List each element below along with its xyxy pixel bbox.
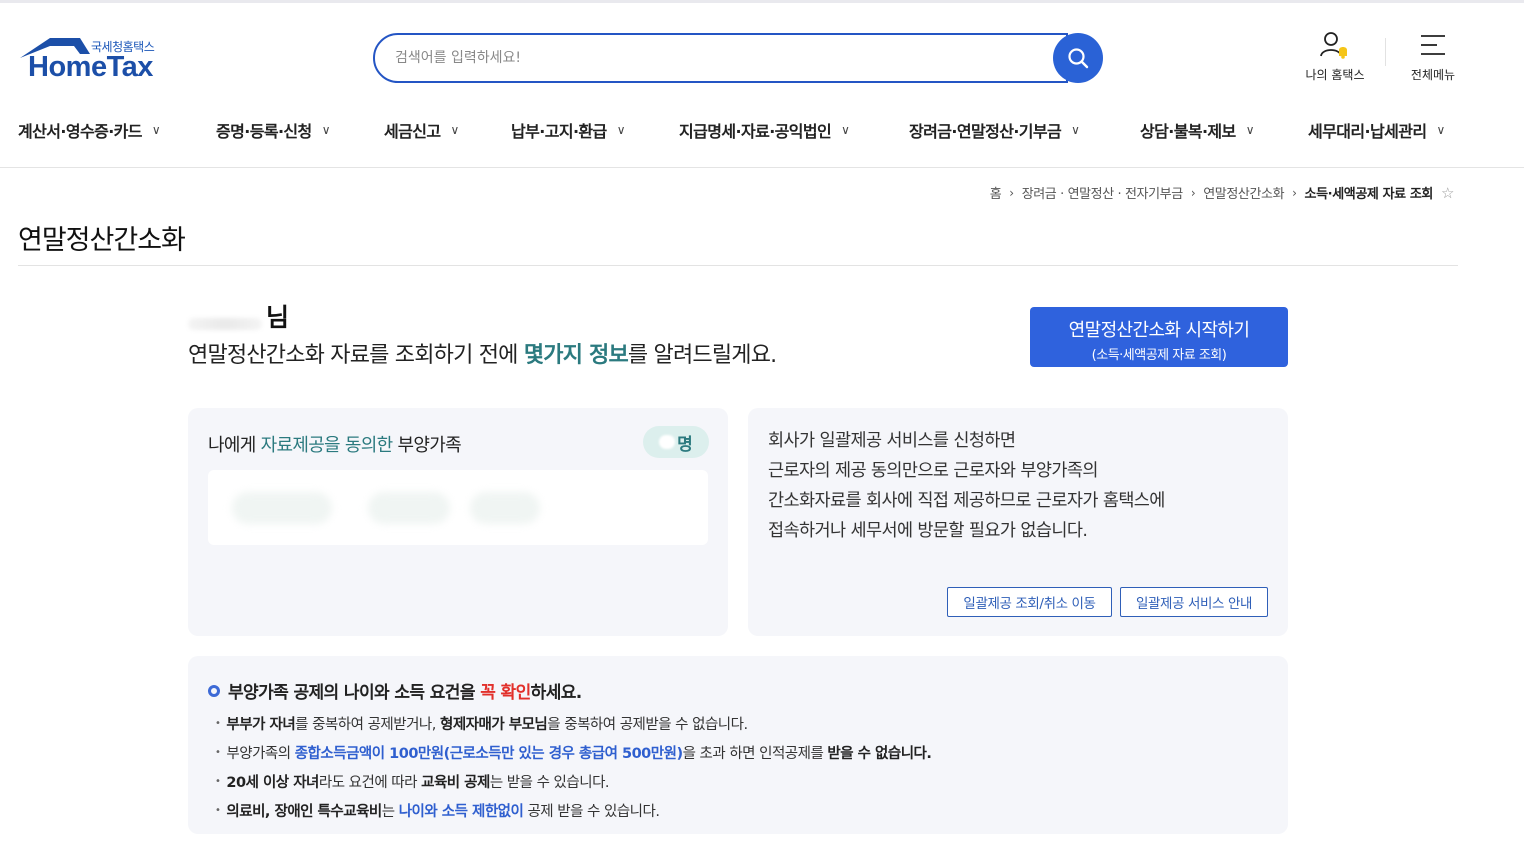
gnb-item-certificate[interactable]: 증명·등록·신청 ∨ (216, 118, 330, 142)
breadcrumb-current: 소득·세액공제 자료 조회 (1304, 187, 1434, 202)
gnb-item-payment[interactable]: 납부·고지·환급 ∨ (511, 118, 625, 142)
bullet-dot-icon: • (215, 805, 221, 816)
user-bell-icon (1320, 32, 1347, 59)
dependents-title: 나에게 자료제공을 동의한 부양가족 (208, 435, 462, 456)
chevron-right-icon: › (1009, 185, 1014, 200)
honorific-suffix: 님 (266, 303, 290, 332)
search-input[interactable] (395, 47, 1035, 69)
notice-item: • 부부가 자녀를 중복하여 공제받거나, 형제자매가 부모님을 중복하여 공제받… (215, 717, 748, 733)
masked-count (659, 435, 676, 449)
all-menu-button[interactable]: 전체메뉴 (1401, 30, 1465, 83)
bullet-ring-icon (208, 684, 220, 697)
intro-highlight: 몇가지 정보 (523, 343, 629, 368)
notice-item: • 부양가족의 종합소득금액이 100만원(근로소득만 있는 경우 총급여 500… (215, 746, 932, 762)
bulk-provision-card: 회사가 일괄제공 서비스를 신청하면 근로자의 제공 동의만으로 근로자와 부양… (748, 408, 1288, 636)
dependents-count-badge: 명 (643, 426, 709, 458)
breadcrumb-level2[interactable]: 연말정산간소화 (1203, 183, 1284, 202)
chevron-right-icon: › (1190, 185, 1196, 200)
notice-list: • 부부가 자녀를 중복하여 공제받거나, 형제자매가 부모님을 중복하여 공제받… (215, 710, 932, 826)
masked-user-name (188, 318, 262, 330)
chevron-down-icon: ∨ (450, 123, 459, 137)
all-menu-label: 전체메뉴 (1410, 68, 1456, 82)
dependents-list (208, 470, 708, 545)
chevron-down-icon: ∨ (616, 123, 626, 137)
breadcrumb: 홈 › 장려금 · 연말정산 · 전자기부금 › 연말정산간소화 › 소득·세액… (990, 183, 1455, 203)
bulk-service-guide-button[interactable]: 일괄제공 서비스 안내 (1120, 587, 1268, 617)
chevron-down-icon: ∨ (151, 123, 161, 137)
gnb-item-statement[interactable]: 지급명세·자료·공익법인 ∨ (679, 118, 850, 142)
gnb-item-consult[interactable]: 상담·불복·제보 ∨ (1140, 118, 1254, 142)
gnb-item-tax-report[interactable]: 세금신고 ∨ (384, 118, 459, 142)
chevron-down-icon: ∨ (1245, 123, 1255, 137)
breadcrumb-home[interactable]: 홈 (990, 183, 1002, 202)
masked-dependent (368, 492, 450, 524)
favorite-star-icon[interactable]: ☆ (1441, 184, 1454, 202)
gnb-item-year-end[interactable]: 장려금·연말정산·기부금 ∨ (909, 118, 1080, 142)
dependent-requirements-notice: 부양가족 공제의 나이와 소득 요건을 꼭 확인하세요. • 부부가 자녀를 중복… (188, 656, 1288, 834)
notice-item: • 의료비, 장애인 특수교육비는 나이와 소득 제한없이 공제 받을 수 있습니… (215, 804, 660, 820)
my-hometax-label: 나의 홈택스 (1305, 68, 1365, 82)
logo-wordmark: HomeTax (28, 51, 153, 83)
chevron-down-icon: ∨ (841, 123, 850, 137)
gnb-item-agent[interactable]: 세무대리·납세관리 ∨ (1308, 118, 1445, 142)
bulk-lookup-cancel-button[interactable]: 일괄제공 조회/취소 이동 (947, 587, 1112, 617)
bullet-dot-icon: • (215, 776, 221, 787)
intro-text: 연말정산간소화 자료를 조회하기 전에 몇가지 정보를 알려드릴게요. (188, 343, 777, 368)
page-title: 연말정산간소화 (18, 225, 186, 256)
masked-dependent (232, 492, 332, 524)
breadcrumb-level1[interactable]: 장려금 · 연말정산 · 전자기부금 (1022, 183, 1184, 202)
gnb-item-invoice[interactable]: 계산서·영수증·카드 ∨ (18, 118, 161, 142)
chevron-right-icon: › (1292, 185, 1297, 200)
hamburger-icon (1421, 35, 1445, 55)
notice-item: • 20세 이상 자녀라도 요건에 따라 교육비 공제는 받을 수 있습니다. (215, 775, 610, 791)
search-icon (1068, 48, 1089, 69)
my-hometax-button[interactable]: 나의 홈택스 (1296, 30, 1374, 83)
consented-dependents-card: 나에게 자료제공을 동의한 부양가족 명 (188, 408, 728, 636)
search-button[interactable] (1053, 33, 1103, 83)
hometax-logo[interactable]: 국세청홈택스 HomeTax (18, 36, 178, 86)
chevron-down-icon: ∨ (1436, 123, 1445, 137)
search-box (373, 33, 1068, 83)
top-border (0, 0, 1524, 3)
bullet-dot-icon: • (215, 718, 221, 729)
title-divider (18, 265, 1458, 266)
bullet-dot-icon: • (215, 747, 221, 758)
global-navigation: 계산서·영수증·카드 ∨ 증명·등록·신청 ∨ 세금신고 ∨ 납부·고지·환급 ∨ 지급… (0, 110, 1524, 168)
utility-divider (1385, 38, 1386, 66)
bulk-provision-description: 회사가 일괄제공 서비스를 신청하면 근로자의 제공 동의만으로 근로자와 부양… (768, 431, 1165, 541)
chevron-down-icon: ∨ (1071, 123, 1080, 137)
chevron-down-icon: ∨ (321, 123, 331, 137)
masked-dependent (470, 492, 540, 524)
start-simplified-service-button[interactable]: 연말정산간소화 시작하기 (소득·세액공제 자료 조회) (1030, 307, 1288, 367)
notice-title: 부양가족 공제의 나이와 소득 요건을 꼭 확인하세요. (208, 678, 582, 703)
